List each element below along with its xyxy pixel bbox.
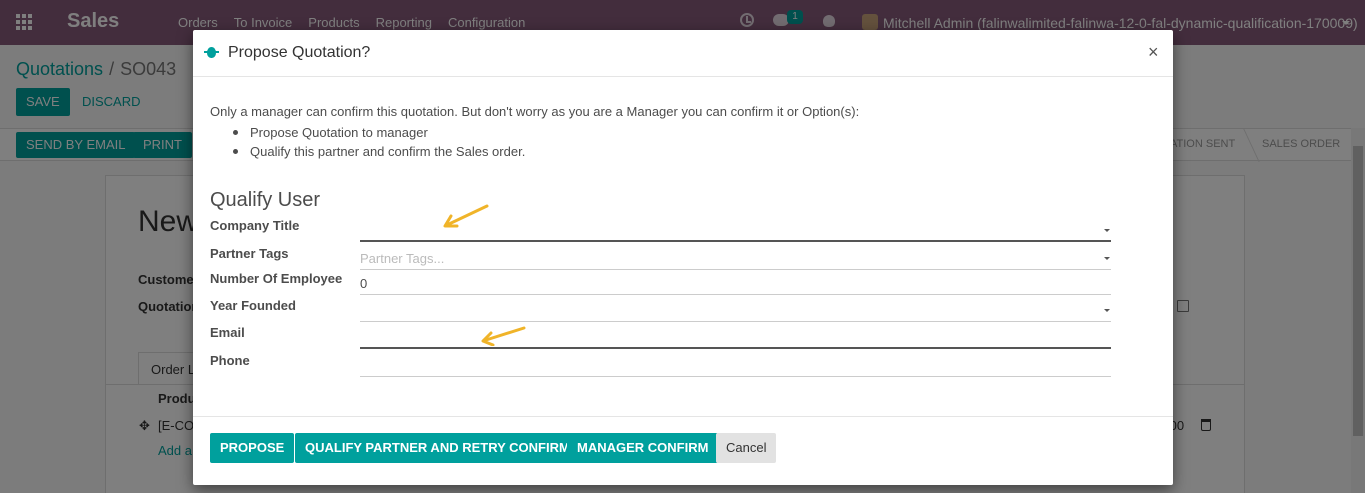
modal-footer: PROPOSE QUALIFY PARTNER AND RETRY CONFIR…: [193, 416, 1173, 485]
close-icon[interactable]: ×: [1148, 42, 1159, 63]
partner-tags-row: Partner Tags: [210, 244, 1111, 270]
annotation-arrow-icon: [443, 204, 489, 228]
modal-title: Propose Quotation?: [228, 44, 371, 61]
caret-down-icon[interactable]: [1104, 257, 1110, 260]
list-item: Qualify this partner and confirm the Sal…: [233, 142, 525, 161]
partner-tags-field[interactable]: [360, 244, 1111, 270]
annotation-arrow-icon: [481, 326, 526, 346]
bug-icon: [204, 47, 219, 58]
caret-down-icon[interactable]: [1104, 229, 1110, 232]
phone-label: Phone: [210, 353, 250, 368]
email-field[interactable]: [360, 323, 1111, 349]
email-label: Email: [210, 325, 245, 340]
section-title: Qualify User: [210, 189, 321, 211]
email-row: Email: [210, 323, 1111, 349]
modal-header: Propose Quotation? ×: [193, 30, 1173, 77]
propose-quotation-dialog: Propose Quotation? × Only a manager can …: [193, 30, 1173, 485]
phone-row: Phone: [210, 351, 1111, 377]
year-founded-field[interactable]: [360, 296, 1111, 322]
list-item: Propose Quotation to manager: [233, 123, 525, 142]
number-of-employee-row: Number Of Employee: [210, 269, 1111, 295]
options-list: Propose Quotation to manager Qualify thi…: [233, 123, 525, 161]
intro-text: Only a manager can confirm this quotatio…: [210, 104, 860, 119]
number-of-employee-field[interactable]: [360, 269, 1111, 295]
cancel-button[interactable]: Cancel: [716, 433, 777, 463]
manager-confirm-button[interactable]: MANAGER CONFIRM: [567, 433, 719, 463]
propose-button[interactable]: PROPOSE: [210, 433, 295, 463]
caret-down-icon[interactable]: [1104, 309, 1110, 312]
phone-field[interactable]: [360, 351, 1111, 377]
number-of-employee-label: Number Of Employee: [210, 271, 343, 286]
year-founded-label: Year Founded: [210, 298, 296, 313]
company-title-label: Company Title: [210, 218, 300, 233]
company-title-row: Company Title: [210, 216, 1111, 242]
year-founded-row: Year Founded: [210, 296, 1111, 322]
qualify-partner-retry-button[interactable]: QUALIFY PARTNER AND RETRY CONFIRM: [295, 433, 580, 463]
partner-tags-label: Partner Tags: [210, 246, 289, 261]
